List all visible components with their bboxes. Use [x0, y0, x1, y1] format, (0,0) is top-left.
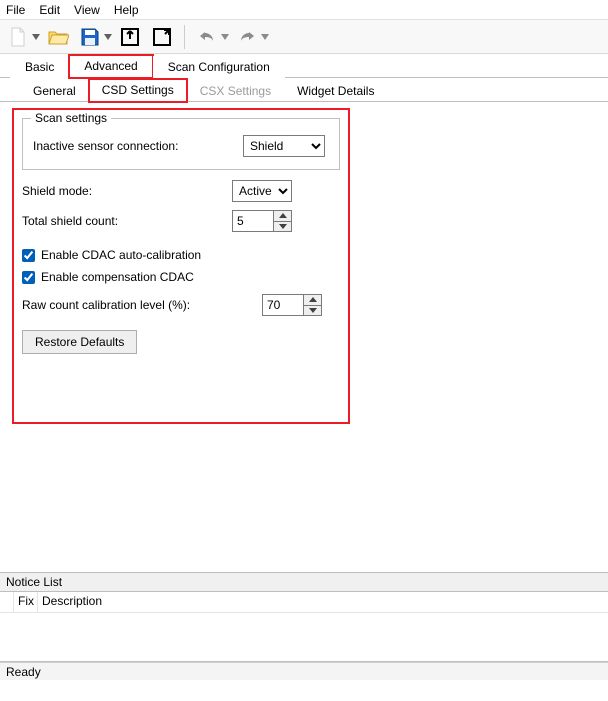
notice-col-description[interactable]: Description — [38, 592, 608, 612]
total-shield-count-label: Total shield count: — [22, 214, 232, 228]
scan-settings-title: Scan settings — [31, 111, 111, 125]
toolbar — [0, 20, 608, 54]
compensation-cdac-label: Enable compensation CDAC — [41, 270, 194, 284]
subtab-csx-settings: CSX Settings — [187, 80, 284, 102]
subtab-csd-settings[interactable]: CSD Settings — [89, 79, 187, 102]
open-file-icon[interactable] — [44, 23, 72, 51]
notice-col-marker — [0, 592, 14, 612]
sub-tab-strip: General CSD Settings CSX Settings Widget… — [0, 78, 608, 102]
menu-file[interactable]: File — [6, 3, 25, 17]
primary-tab-strip: Basic Advanced Scan Configuration — [0, 54, 608, 78]
shield-mode-select[interactable]: Active — [232, 180, 292, 202]
menu-help[interactable]: Help — [114, 3, 139, 17]
undo-dropdown[interactable] — [221, 23, 229, 51]
inactive-sensor-label: Inactive sensor connection: — [33, 139, 243, 153]
scan-settings-group: Scan settings Inactive sensor connection… — [22, 118, 340, 170]
spinner-down-icon[interactable] — [304, 306, 321, 316]
new-file-icon[interactable] — [4, 23, 32, 51]
notice-list-header: Notice List — [0, 572, 608, 592]
status-bar: Ready — [0, 662, 608, 680]
raw-count-input[interactable] — [263, 295, 303, 315]
raw-count-label: Raw count calibration level (%): — [22, 298, 262, 312]
notice-col-fix[interactable]: Fix — [14, 592, 38, 612]
spinner-up-icon[interactable] — [304, 295, 321, 306]
menu-bar: File Edit View Help — [0, 0, 608, 20]
menu-view[interactable]: View — [74, 3, 100, 17]
notice-column-header: Fix Description — [0, 592, 608, 613]
spinner-up-icon[interactable] — [274, 211, 291, 222]
new-file-dropdown[interactable] — [32, 23, 40, 51]
spinner-down-icon[interactable] — [274, 222, 291, 232]
toolbar-separator — [184, 25, 185, 49]
settings-panel: Scan settings Inactive sensor connection… — [0, 102, 608, 572]
total-shield-count-spinner[interactable] — [232, 210, 292, 232]
import-icon[interactable] — [116, 23, 144, 51]
save-dropdown[interactable] — [104, 23, 112, 51]
raw-count-spinner[interactable] — [262, 294, 322, 316]
cdac-auto-label: Enable CDAC auto-calibration — [41, 248, 201, 262]
status-text: Ready — [6, 665, 41, 679]
save-icon[interactable] — [76, 23, 104, 51]
subtab-widget-details[interactable]: Widget Details — [284, 80, 387, 102]
export-icon[interactable] — [148, 23, 176, 51]
total-shield-count-input[interactable] — [233, 211, 273, 231]
menu-edit[interactable]: Edit — [39, 3, 60, 17]
subtab-general[interactable]: General — [20, 80, 89, 102]
compensation-cdac-checkbox[interactable] — [22, 271, 35, 284]
tab-advanced[interactable]: Advanced — [69, 55, 152, 78]
restore-defaults-button[interactable]: Restore Defaults — [22, 330, 137, 354]
cdac-auto-checkbox[interactable] — [22, 249, 35, 262]
highlighted-region: Scan settings Inactive sensor connection… — [12, 108, 350, 424]
shield-mode-label: Shield mode: — [22, 184, 232, 198]
redo-icon[interactable] — [233, 23, 261, 51]
undo-icon[interactable] — [193, 23, 221, 51]
notice-list-body: Fix Description — [0, 592, 608, 662]
tab-basic[interactable]: Basic — [10, 56, 69, 78]
tab-scan-configuration[interactable]: Scan Configuration — [153, 56, 285, 78]
redo-dropdown[interactable] — [261, 23, 269, 51]
inactive-sensor-select[interactable]: Shield — [243, 135, 325, 157]
